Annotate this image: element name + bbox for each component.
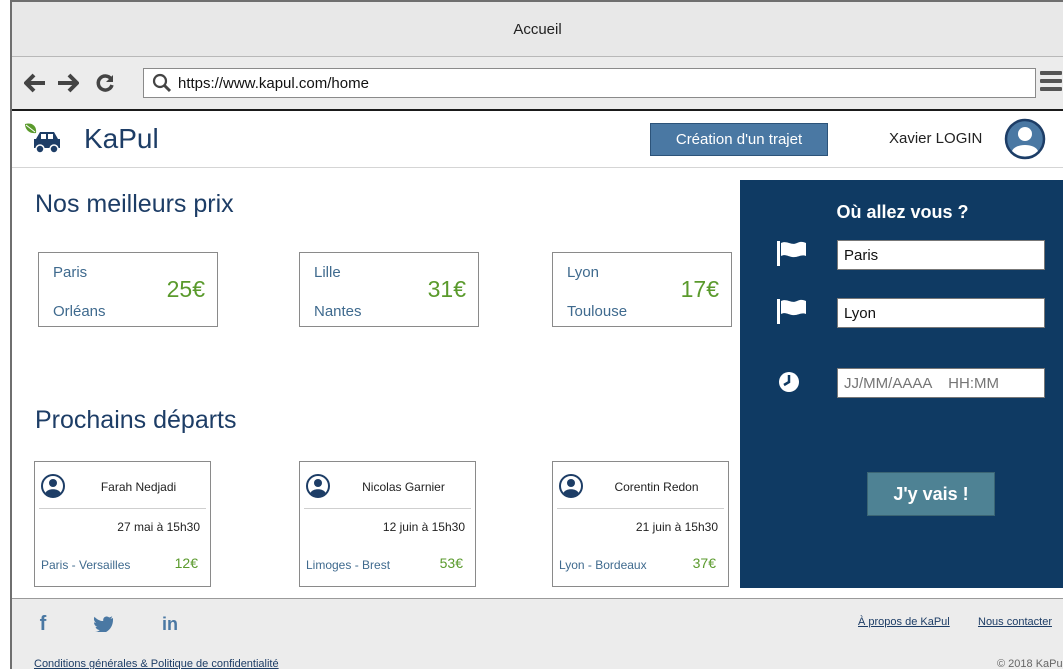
price-card[interactable]: Lille Nantes 31€ — [299, 252, 479, 327]
departure-route: Paris - Versailles — [41, 558, 131, 572]
price-card-to: Toulouse — [567, 303, 628, 320]
reload-icon[interactable] — [92, 70, 118, 96]
clock-icon — [779, 372, 799, 392]
price-card[interactable]: Paris Orléans 25€ — [38, 252, 218, 327]
departure-price: 53€ — [439, 555, 463, 571]
departures-title: Prochains départs — [35, 406, 237, 434]
user-avatar-icon[interactable] — [1004, 118, 1046, 160]
card-divider — [39, 508, 206, 509]
search-icon — [152, 73, 172, 93]
trip-search-panel: Où allez vous ? J'y vais ! — [740, 180, 1063, 588]
forward-arrow-icon[interactable] — [55, 70, 81, 96]
search-submit-button[interactable]: J'y vais ! — [867, 472, 995, 516]
price-card-price: 31€ — [427, 276, 466, 302]
app-header: KaPul Création d'un trajet Xavier LOGIN — [12, 111, 1063, 168]
departure-price: 12€ — [174, 555, 198, 571]
user-name[interactable]: Xavier LOGIN — [889, 130, 982, 147]
contact-link[interactable]: Nous contacter — [978, 616, 1052, 628]
card-divider — [557, 508, 724, 509]
browser-window: Accueil KaPul Création d'un — [10, 0, 1063, 669]
departure-route: Limoges - Brest — [306, 558, 391, 572]
terms-link[interactable]: Conditions générales & Politique de conf… — [34, 658, 279, 669]
hamburger-menu-icon[interactable] — [1040, 71, 1062, 93]
driver-name: Corentin Redon — [614, 480, 699, 494]
url-input[interactable] — [178, 71, 1018, 95]
price-card-price: 25€ — [166, 276, 205, 302]
price-card-to: Orléans — [53, 303, 106, 320]
back-arrow-icon[interactable] — [22, 70, 48, 96]
address-bar[interactable] — [143, 68, 1036, 98]
driver-name: Nicolas Garnier — [362, 480, 445, 494]
title-bar: Accueil — [12, 2, 1063, 57]
browser-toolbar — [12, 57, 1063, 111]
main-content: Nos meilleurs prix Paris Orléans 25€ Lil… — [12, 168, 740, 598]
best-prices-title: Nos meilleurs prix — [35, 190, 234, 218]
datetime-field[interactable] — [837, 368, 1045, 398]
copyright: © 2018 KaPul — [997, 658, 1063, 669]
linkedin-icon[interactable]: in — [158, 613, 182, 635]
departure-date: 27 mai à 15h30 — [117, 520, 200, 534]
about-link[interactable]: À propos de KaPul — [858, 616, 950, 628]
twitter-icon[interactable] — [92, 613, 114, 635]
price-card[interactable]: Lyon Toulouse 17€ — [552, 252, 732, 327]
departure-card[interactable]: Nicolas Garnier 12 juin à 15h30 Limoges … — [299, 461, 476, 587]
search-panel-title: Où allez vous ? — [836, 202, 969, 222]
flag-icon — [777, 299, 806, 324]
departure-card[interactable]: Farah Nedjadi 27 mai à 15h30 Paris - Ver… — [34, 461, 211, 587]
facebook-icon[interactable]: f — [36, 613, 50, 635]
footer: f in À propos de KaPul Nous contacter Co… — [12, 598, 1063, 669]
departure-field[interactable] — [837, 240, 1045, 270]
departure-card[interactable]: Corentin Redon 21 juin à 15h30 Lyon - Bo… — [552, 461, 729, 587]
create-trip-button[interactable]: Création d'un trajet — [650, 123, 828, 156]
departure-route: Lyon - Bordeaux — [559, 558, 647, 572]
driver-avatar-icon — [41, 474, 65, 498]
driver-avatar-icon — [559, 474, 583, 498]
departure-date: 21 juin à 15h30 — [635, 520, 718, 534]
brand-name[interactable]: KaPul — [84, 123, 159, 155]
price-card-to: Nantes — [314, 303, 362, 320]
price-card-from: Lyon — [567, 264, 599, 281]
destination-field[interactable] — [837, 298, 1045, 328]
price-card-price: 17€ — [680, 276, 719, 302]
card-divider — [304, 508, 471, 509]
departure-date: 12 juin à 15h30 — [382, 520, 465, 534]
driver-name: Farah Nedjadi — [100, 480, 177, 494]
window-title: Accueil — [513, 21, 562, 38]
driver-avatar-icon — [306, 474, 330, 498]
car-logo-icon[interactable] — [22, 121, 64, 157]
price-card-from: Lille — [314, 264, 341, 281]
departure-price: 37€ — [692, 555, 716, 571]
flag-icon — [777, 241, 806, 266]
price-card-from: Paris — [53, 264, 88, 281]
